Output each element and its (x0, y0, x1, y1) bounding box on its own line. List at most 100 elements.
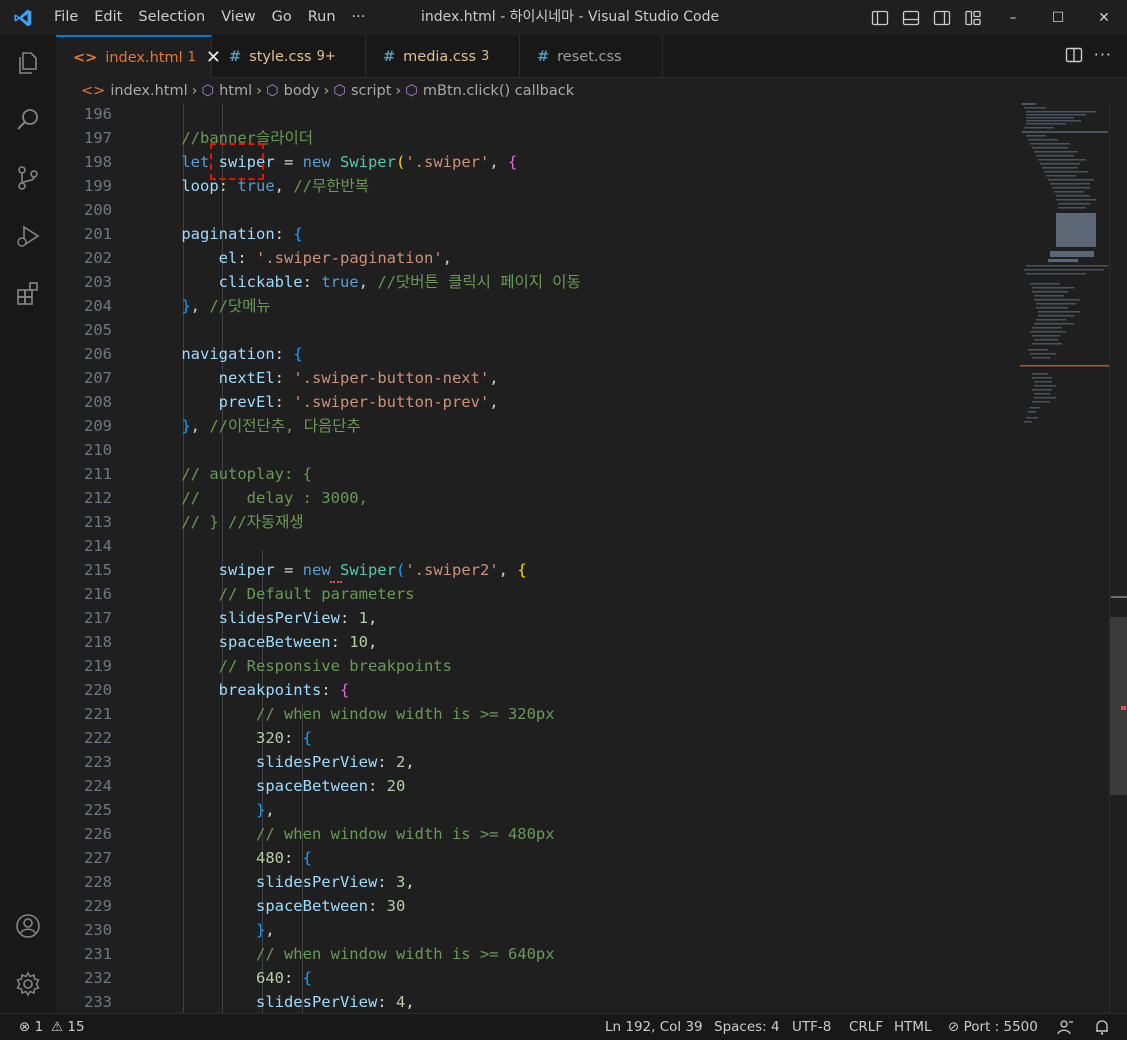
breadcrumb-item[interactable]: html (219, 83, 252, 99)
code-line[interactable]: 208 prevEl: '.swiper-button-prev', (56, 390, 1109, 414)
source-control-icon[interactable] (14, 164, 42, 192)
accounts-sharing-icon[interactable] (1056, 1019, 1074, 1037)
code-line[interactable]: 220 breakpoints: { (56, 678, 1109, 702)
code-line[interactable]: 226 // when window width is >= 480px (56, 822, 1109, 846)
code-text: nextEl: '.swiper-button-next', (144, 366, 499, 390)
tab-media-css[interactable]: # media.css 3 (366, 35, 520, 78)
indentation-setting[interactable]: Spaces: 4 (714, 1014, 780, 1040)
extensions-icon[interactable] (14, 280, 42, 308)
code-line[interactable]: 216 // Default parameters (56, 582, 1109, 606)
line-number: 207 (84, 369, 112, 387)
tab-style-css[interactable]: # style.css 9+ (212, 35, 366, 78)
live-server-port[interactable]: ⊘ Port : 5500 (948, 1014, 1038, 1040)
code-line[interactable]: 225 }, (56, 798, 1109, 822)
code-line[interactable]: 221 // when window width is >= 320px (56, 702, 1109, 726)
css-file-icon: # (383, 48, 396, 65)
toggle-panel-icon[interactable] (902, 9, 920, 27)
code-text: 640: { (144, 966, 312, 990)
breadcrumb-item[interactable]: body (284, 83, 320, 99)
code-line[interactable]: 227 480: { (56, 846, 1109, 870)
code-line[interactable]: 219 // Responsive breakpoints (56, 654, 1109, 678)
code-line[interactable]: 218 spaceBetween: 10, (56, 630, 1109, 654)
code-token: { (339, 681, 350, 699)
code-line[interactable]: 196 (56, 103, 1109, 126)
breadcrumb-item[interactable]: mBtn.click() callback (423, 83, 574, 99)
code-line[interactable]: 209 }, //이전단추, 다음단추 (56, 414, 1109, 438)
code-token: , (274, 177, 294, 195)
code-line[interactable]: 202 el: '.swiper-pagination', (56, 246, 1109, 270)
menu-more[interactable]: ··· (344, 0, 374, 35)
code-line[interactable]: 222 320: { (56, 726, 1109, 750)
code-token: true (321, 273, 359, 291)
line-number: 222 (84, 729, 112, 747)
encoding-setting[interactable]: UTF-8 (792, 1014, 831, 1040)
vertical-scrollbar[interactable] (1109, 103, 1127, 1013)
toggle-secondary-sidebar-icon[interactable] (933, 9, 951, 27)
code-token: { (517, 561, 527, 579)
menu-file[interactable]: File (46, 0, 86, 35)
code-editor[interactable]: 196 197 //banner슬라이더 198 let swiper = new … (56, 103, 1109, 1013)
toggle-primary-sidebar-icon[interactable] (871, 9, 889, 27)
tab-index-html[interactable]: <> index.html 1 ✕ (56, 35, 221, 78)
code-line[interactable]: 211 // autoplay: { (56, 462, 1109, 486)
code-token: '.swiper-button-next' (293, 369, 490, 387)
menu-edit[interactable]: Edit (86, 0, 130, 35)
line-number: 208 (84, 393, 112, 411)
tab-reset-css[interactable]: # reset.css (520, 35, 663, 78)
breadcrumb-item[interactable]: script (351, 83, 391, 99)
search-icon[interactable] (14, 106, 42, 134)
menu-run[interactable]: Run (300, 0, 344, 35)
explorer-icon[interactable] (14, 49, 42, 77)
manage-gear-icon[interactable] (14, 970, 42, 998)
warnings-indicator[interactable]: ⚠ 15 (51, 1014, 85, 1040)
split-editor-icon[interactable] (1065, 46, 1083, 64)
code-token: , (367, 609, 378, 627)
menu-view[interactable]: View (213, 0, 263, 35)
code-line[interactable]: 231 // when window width is >= 640px (56, 942, 1109, 966)
errors-indicator[interactable]: ⊗ 1 (19, 1014, 43, 1040)
code-line[interactable]: 228 slidesPerView: 3, (56, 870, 1109, 894)
code-line[interactable]: 215 swiper = new Swiper('.swiper2', { (56, 558, 1109, 582)
code-line[interactable]: 212 // delay : 3000, (56, 486, 1109, 510)
code-line[interactable]: 204 }, //닷메뉴 (56, 294, 1109, 318)
code-line[interactable]: 224 spaceBetween: 20 (56, 774, 1109, 798)
code-line[interactable]: 223 slidesPerView: 2, (56, 750, 1109, 774)
menu-go[interactable]: Go (264, 0, 300, 35)
menu-selection[interactable]: Selection (130, 0, 213, 35)
code-line[interactable]: 203 clickable: true, //닷버튼 클릭시 페이지 이동 (56, 270, 1109, 294)
minimize-button[interactable]: – (990, 0, 1036, 35)
tab-label: media.css (403, 48, 477, 65)
notifications-bell-icon[interactable] (1093, 1018, 1111, 1036)
code-line[interactable]: 210 (56, 438, 1109, 462)
code-line[interactable]: 230 }, (56, 918, 1109, 942)
minimap[interactable] (1020, 103, 1110, 433)
maximize-button[interactable]: ☐ (1035, 0, 1081, 35)
code-line[interactable]: 201 pagination: { (56, 222, 1109, 246)
code-token: spaceBetween (144, 777, 368, 795)
code-line[interactable]: 200 (56, 198, 1109, 222)
close-window-button[interactable]: ✕ (1081, 0, 1127, 35)
annotation-highlight-box (210, 143, 264, 180)
code-text: spaceBetween: 20 (144, 774, 405, 798)
code-line[interactable]: 206 navigation: { (56, 342, 1109, 366)
language-mode[interactable]: HTML (894, 1014, 932, 1040)
accounts-icon[interactable] (14, 912, 42, 940)
code-line[interactable]: 205 (56, 318, 1109, 342)
breadcrumb-item[interactable]: index.html (110, 83, 187, 99)
run-and-debug-icon[interactable] (14, 222, 42, 250)
cursor-position[interactable]: Ln 192, Col 39 (605, 1014, 703, 1040)
code-line[interactable]: 207 nextEl: '.swiper-button-next', (56, 366, 1109, 390)
code-line[interactable]: 229 spaceBetween: 30 (56, 894, 1109, 918)
code-line[interactable]: 232 640: { (56, 966, 1109, 990)
code-line[interactable]: 233 slidesPerView: 4, (56, 990, 1109, 1013)
code-text: slidesPerView: 3, (144, 870, 415, 894)
code-token: : (237, 249, 256, 267)
code-line[interactable]: 214 (56, 534, 1109, 558)
customize-layout-icon[interactable] (964, 9, 982, 27)
more-actions-icon[interactable]: ··· (1094, 45, 1112, 64)
code-line[interactable]: 217 slidesPerView: 1, (56, 606, 1109, 630)
code-token: //닷버튼 클릭시 페이지 이동 (377, 273, 581, 291)
code-line[interactable]: 213 // } //자동재생 (56, 510, 1109, 534)
eol-setting[interactable]: CRLF (849, 1014, 883, 1040)
code-token: : (377, 873, 396, 891)
